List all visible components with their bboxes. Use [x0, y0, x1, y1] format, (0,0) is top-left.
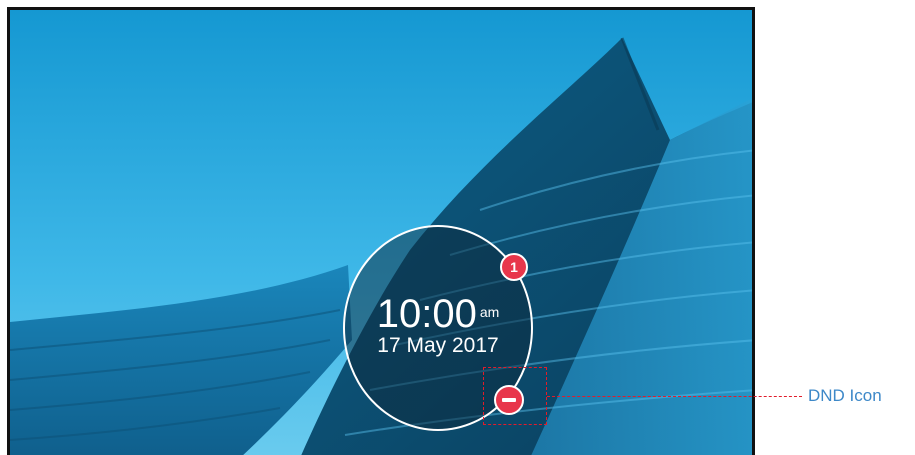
notification-badge-icon[interactable]: 1 — [500, 253, 528, 281]
callout-label-dnd: DND Icon — [808, 386, 882, 405]
clock-date: 17 May 2017 — [377, 334, 499, 357]
time-ampm: am — [479, 304, 500, 320]
callout-leader-line — [547, 396, 802, 397]
clock-time: 10:00 am — [345, 294, 531, 334]
callout-highlight-box — [483, 367, 547, 425]
time-text: 10:00 — [376, 292, 477, 336]
